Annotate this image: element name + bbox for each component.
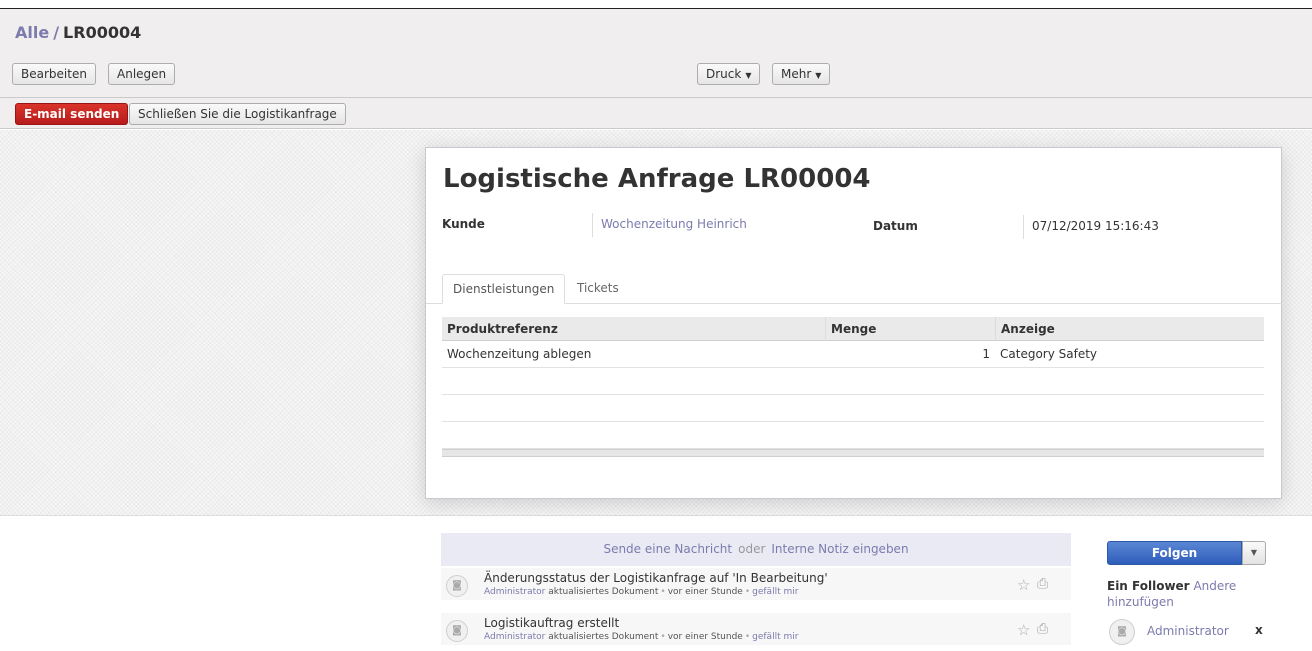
print-dropdown-button[interactable]: Druck ▼: [697, 63, 761, 85]
caret-down-icon: ▼: [815, 71, 822, 80]
services-table: Produktreferenz Menge Anzeige Wochenzeit…: [442, 317, 1264, 457]
message-meta: Administrator aktualisiertes Dokument • vo…: [484, 587, 798, 597]
star-icon[interactable]: ☆: [1017, 621, 1030, 639]
tab-services[interactable]: Dienstleistungen: [442, 274, 566, 304]
follow-dropdown-caret-icon[interactable]: ▼: [1242, 541, 1266, 565]
page-title: Logistische Anfrage LR00004: [443, 164, 871, 194]
table-row-empty: [442, 395, 1264, 422]
chatter-message: ◙ Logistikauftrag erstellt Administrator…: [441, 613, 1071, 646]
remove-follower-icon[interactable]: x: [1255, 623, 1263, 637]
send-email-button[interactable]: E-mail senden: [15, 103, 129, 125]
caret-down-icon: ▼: [745, 71, 752, 80]
breadcrumb-current: LR00004: [63, 23, 142, 42]
customer-label: Kunde: [442, 217, 485, 231]
message-author-link[interactable]: Administrator: [484, 587, 545, 597]
breadcrumb-root-link[interactable]: Alle: [15, 23, 49, 42]
cell-quantity: 1: [982, 347, 990, 361]
follower-name-link[interactable]: Administrator: [1147, 624, 1229, 638]
table-header: Produktreferenz Menge Anzeige: [442, 317, 1264, 341]
column-header-product[interactable]: Produktreferenz: [442, 317, 825, 341]
more-dropdown-button[interactable]: Mehr ▼: [772, 63, 831, 85]
reply-icon[interactable]: ⎙: [1037, 621, 1048, 637]
chatter-message: ◙ Änderungsstatus der Logistikanfrage au…: [441, 568, 1071, 601]
close-request-button[interactable]: Schließen Sie die Logistikanfrage: [129, 103, 346, 125]
message-subject: Logistikauftrag erstellt: [484, 616, 620, 630]
star-icon[interactable]: ☆: [1017, 576, 1030, 594]
message-action: aktualisiertes Dokument: [548, 632, 659, 642]
form-area: Logistische Anfrage LR00004 Kunde Wochen…: [0, 130, 1312, 516]
internal-note-link[interactable]: Interne Notiz eingeben: [771, 542, 908, 556]
like-link[interactable]: gefällt mir: [752, 632, 798, 642]
tab-bar: Dienstleistungen Tickets: [426, 274, 1283, 304]
edit-button[interactable]: Bearbeiten: [12, 63, 96, 85]
form-sheet: Logistische Anfrage LR00004 Kunde Wochen…: [425, 147, 1283, 499]
customer-link[interactable]: Wochenzeitung Heinrich: [592, 213, 747, 237]
dot-separator: •: [660, 587, 666, 597]
message-time: vor einer Stunde: [667, 587, 743, 597]
or-text: oder: [738, 542, 766, 556]
date-label: Datum: [873, 219, 918, 233]
dot-separator: •: [660, 632, 666, 642]
dot-separator: •: [744, 587, 751, 597]
breadcrumb-separator: /: [53, 23, 60, 42]
message-subject: Änderungsstatus der Logistikanfrage auf …: [484, 571, 828, 585]
follow-button[interactable]: Folgen: [1107, 541, 1242, 565]
status-bar: E-mail senden Schließen Sie die Logistik…: [0, 98, 1312, 129]
column-header-quantity[interactable]: Menge: [825, 317, 995, 341]
table-row-empty: [442, 422, 1264, 449]
avatar-camera-icon: ◙: [1109, 619, 1135, 645]
column-header-display[interactable]: Anzeige: [995, 317, 1264, 341]
follower-count: Ein Follower: [1107, 579, 1190, 593]
chatter-compose-bar: Sende eine Nachricht oder Interne Notiz ei…: [441, 533, 1071, 566]
cell-product: Wochenzeitung ablegen: [447, 347, 592, 361]
table-footer: [442, 449, 1264, 457]
follower-item: ◙ Administrator x: [1107, 617, 1272, 645]
avatar-camera-icon: ◙: [446, 620, 468, 642]
more-label: Mehr: [781, 67, 812, 81]
print-label: Druck: [706, 67, 742, 81]
send-message-link[interactable]: Sende eine Nachricht: [603, 542, 732, 556]
table-row[interactable]: Wochenzeitung ablegen 1 Category Safety: [442, 341, 1264, 368]
control-panel: Alle / LR00004 Bearbeiten Anlegen Druck ▼ M…: [0, 9, 1312, 98]
message-author-link[interactable]: Administrator: [484, 632, 545, 642]
create-button[interactable]: Anlegen: [108, 63, 176, 85]
like-link[interactable]: gefällt mir: [752, 587, 798, 597]
cell-display: Category Safety: [1000, 347, 1098, 361]
date-value: 07/12/2019 15:16:43: [1023, 215, 1159, 239]
breadcrumb: Alle / LR00004: [15, 23, 141, 42]
message-meta: Administrator aktualisiertes Dokument • vo…: [484, 632, 798, 642]
followers-header: Ein Follower Andere hinzufügen: [1107, 578, 1267, 610]
message-time: vor einer Stunde: [667, 632, 743, 642]
dot-separator: •: [744, 632, 751, 642]
table-row-empty: [442, 368, 1264, 395]
message-action: aktualisiertes Dokument: [548, 587, 659, 597]
tab-tickets[interactable]: Tickets: [567, 274, 629, 304]
avatar-camera-icon: ◙: [446, 575, 468, 597]
reply-icon[interactable]: ⎙: [1037, 576, 1048, 592]
